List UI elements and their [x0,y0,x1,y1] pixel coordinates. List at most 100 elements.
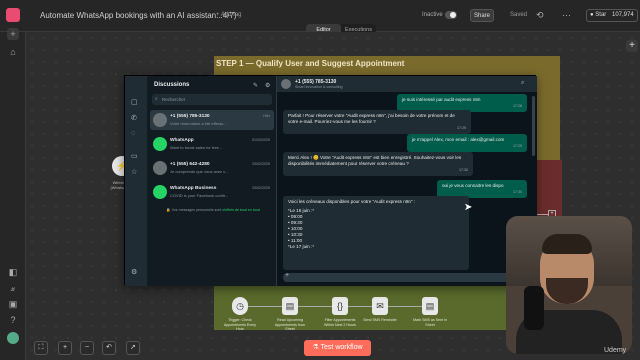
github-star-button[interactable]: ● Star 107,974 [586,9,638,22]
slot-time: 09:00 [290,214,303,219]
star-icon[interactable]: ☆ [131,168,137,176]
flask-icon: ⚗ [312,344,321,351]
node-label: Read Upcoming Appointments from Sheet [274,318,306,331]
encryption-note: 🔒 Vos messages personnels sont chiffrés … [159,208,267,213]
new-chat-icon[interactable]: ✎ [253,82,258,89]
archive-icon[interactable]: ▭ [131,152,138,160]
chats-icon[interactable]: ▢ [131,98,138,106]
search-icon: ⌕ [155,96,158,102]
help-icon[interactable]: ? [7,314,19,326]
n8n-logo-icon[interactable] [6,8,20,22]
chat-date: 20/02/2025 [252,186,270,190]
active-toggle[interactable] [445,11,457,19]
contact-subtitle: Smart innovation & consulting [295,85,343,89]
udemy-watermark: Udemy [604,347,627,354]
search-icon[interactable]: ⌕ [521,80,524,87]
avatar [281,79,291,89]
home-icon[interactable]: ⌂ [7,46,19,58]
node-label: Send SMS Reminder [363,318,397,322]
github-icon: ● [590,12,594,18]
test-workflow-label: Test workflow [320,344,363,351]
message-icon[interactable]: ✉ [372,297,388,315]
message-bubble: je m'appel Alex, mon email : alex@gmail.… [407,134,527,152]
discussions-title: Discussions [154,82,190,88]
presenter-hair [542,234,592,254]
chat-date: 01/03/2025 [252,138,270,142]
encryption-link[interactable]: chiffrés de bout en bout [222,208,260,212]
slot-time: 10:00 [290,226,303,231]
message-text: Merci Alex ! 😊 Votre "Audit express n8n"… [288,155,462,166]
status-icon[interactable]: ◌ [131,130,135,137]
pointer-icon[interactable]: ➚ [126,341,140,355]
zoom-in-icon[interactable]: + [58,341,72,355]
zoom-out-icon[interactable]: − [80,341,94,355]
webcam-overlay [506,216,632,354]
chat-preview: Votre réservation a été effectu... [170,121,227,126]
sheet-icon[interactable]: ▤ [282,297,298,315]
share-button[interactable]: Share [470,9,494,22]
sheet-icon[interactable]: ▤ [422,297,438,315]
open-nodes-panel-button[interactable]: + [626,40,638,52]
settings-icon[interactable]: ⚙ [131,268,137,276]
conversation-header[interactable]: +1 (555) 785-3130 Smart innovation & con… [277,76,537,92]
undo-icon[interactable]: ↶ [102,341,116,355]
star-count: 107,974 [611,12,634,18]
chat-name: WhatsApp Business [170,186,217,191]
encryption-text: Vos messages personnels sont [171,208,223,212]
scrollbar[interactable] [532,96,535,156]
menu-icon[interactable]: ⚙ [265,82,270,89]
chat-preview: Want to boost sales for free... [170,145,223,150]
list-item[interactable]: +1 (555) 642-4280 Je comprends que vous … [150,158,274,178]
add-tag-button[interactable]: + Add tag [216,12,242,18]
message-time: 17:30 [459,168,468,172]
message-time: 17:30 [513,190,522,194]
whatsapp-rail: ▢ ✆ ◌ ▭ ☆ ⚙ [125,76,147,286]
list-item[interactable]: WhatsApp Business COVID is your Facebook… [150,182,274,202]
chat-date: Hier [263,114,270,118]
template-icon[interactable]: ◧ [7,266,19,278]
chat-preview: COVID is your Facebook confir... [170,193,229,198]
message-text: je suis intéressé par audit express n8n [402,97,481,102]
calls-icon[interactable]: ✆ [131,114,137,122]
workflow-title[interactable]: Automate WhatsApp bookings with an AI as… [40,11,237,20]
list-item[interactable]: +1 (555) 785-3130 Votre réservation a ét… [150,110,274,130]
avatar[interactable] [7,332,19,344]
message-bubble: Parfait ! Pour réserver votre "Audit exp… [283,110,471,134]
connection-line [248,306,282,307]
connection-line [348,306,372,307]
clock-icon[interactable]: ◷ [232,297,248,315]
attach-icon[interactable]: + [285,272,289,279]
conversation-pane: +1 (555) 785-3130 Smart innovation & con… [277,76,537,286]
add-icon[interactable]: + [7,28,19,40]
slot-time: 10:30 [290,232,303,237]
code-icon[interactable]: {} [332,297,348,315]
history-icon[interactable]: ⟲ [536,10,544,21]
chat-date: 20/02/2025 [252,162,270,166]
saved-status: Saved [510,12,528,18]
microphone [524,286,544,330]
list-item[interactable]: WhatsApp Want to boost sales for free...… [150,134,274,154]
node-label: Filter Appointments Within Next 2 Hours [324,318,356,327]
message-time: 17:28 [513,104,522,108]
mouse-cursor-icon: ➤ [464,202,473,213]
chat-list: Discussions ✎ ⚙ Rechercher ⌕ +1 (555) 78… [147,76,277,286]
connection-line [298,306,332,307]
message-bubble: Merci Alex ! 😊 Votre "Audit express n8n"… [283,152,473,176]
star-label: Star [595,12,607,18]
avatar [153,113,167,127]
fit-view-icon[interactable]: ⛶ [34,341,48,355]
search-input[interactable]: Rechercher [152,94,272,105]
message-input[interactable] [283,273,531,282]
avatar [153,185,167,199]
chat-name: +1 (555) 642-4280 [170,162,210,167]
more-options-icon[interactable]: ⋯ [562,10,571,21]
message-time: 17:29 [457,126,466,130]
variables-icon[interactable]: 𝓍 [7,282,19,294]
slot-time: 09:30 [290,220,303,225]
node-label: Mark SMS as Sent in Sheet [413,318,447,327]
message-bubble: Voici les créneaux disponibles pour votr… [283,196,469,270]
gift-icon[interactable]: ▣ [7,298,19,310]
node-label: Trigger: Check Appointments Every Hour [223,318,257,331]
test-workflow-button[interactable]: ⚗ Test workflow [304,340,371,356]
chat-name: +1 (555) 785-3130 [170,114,210,119]
